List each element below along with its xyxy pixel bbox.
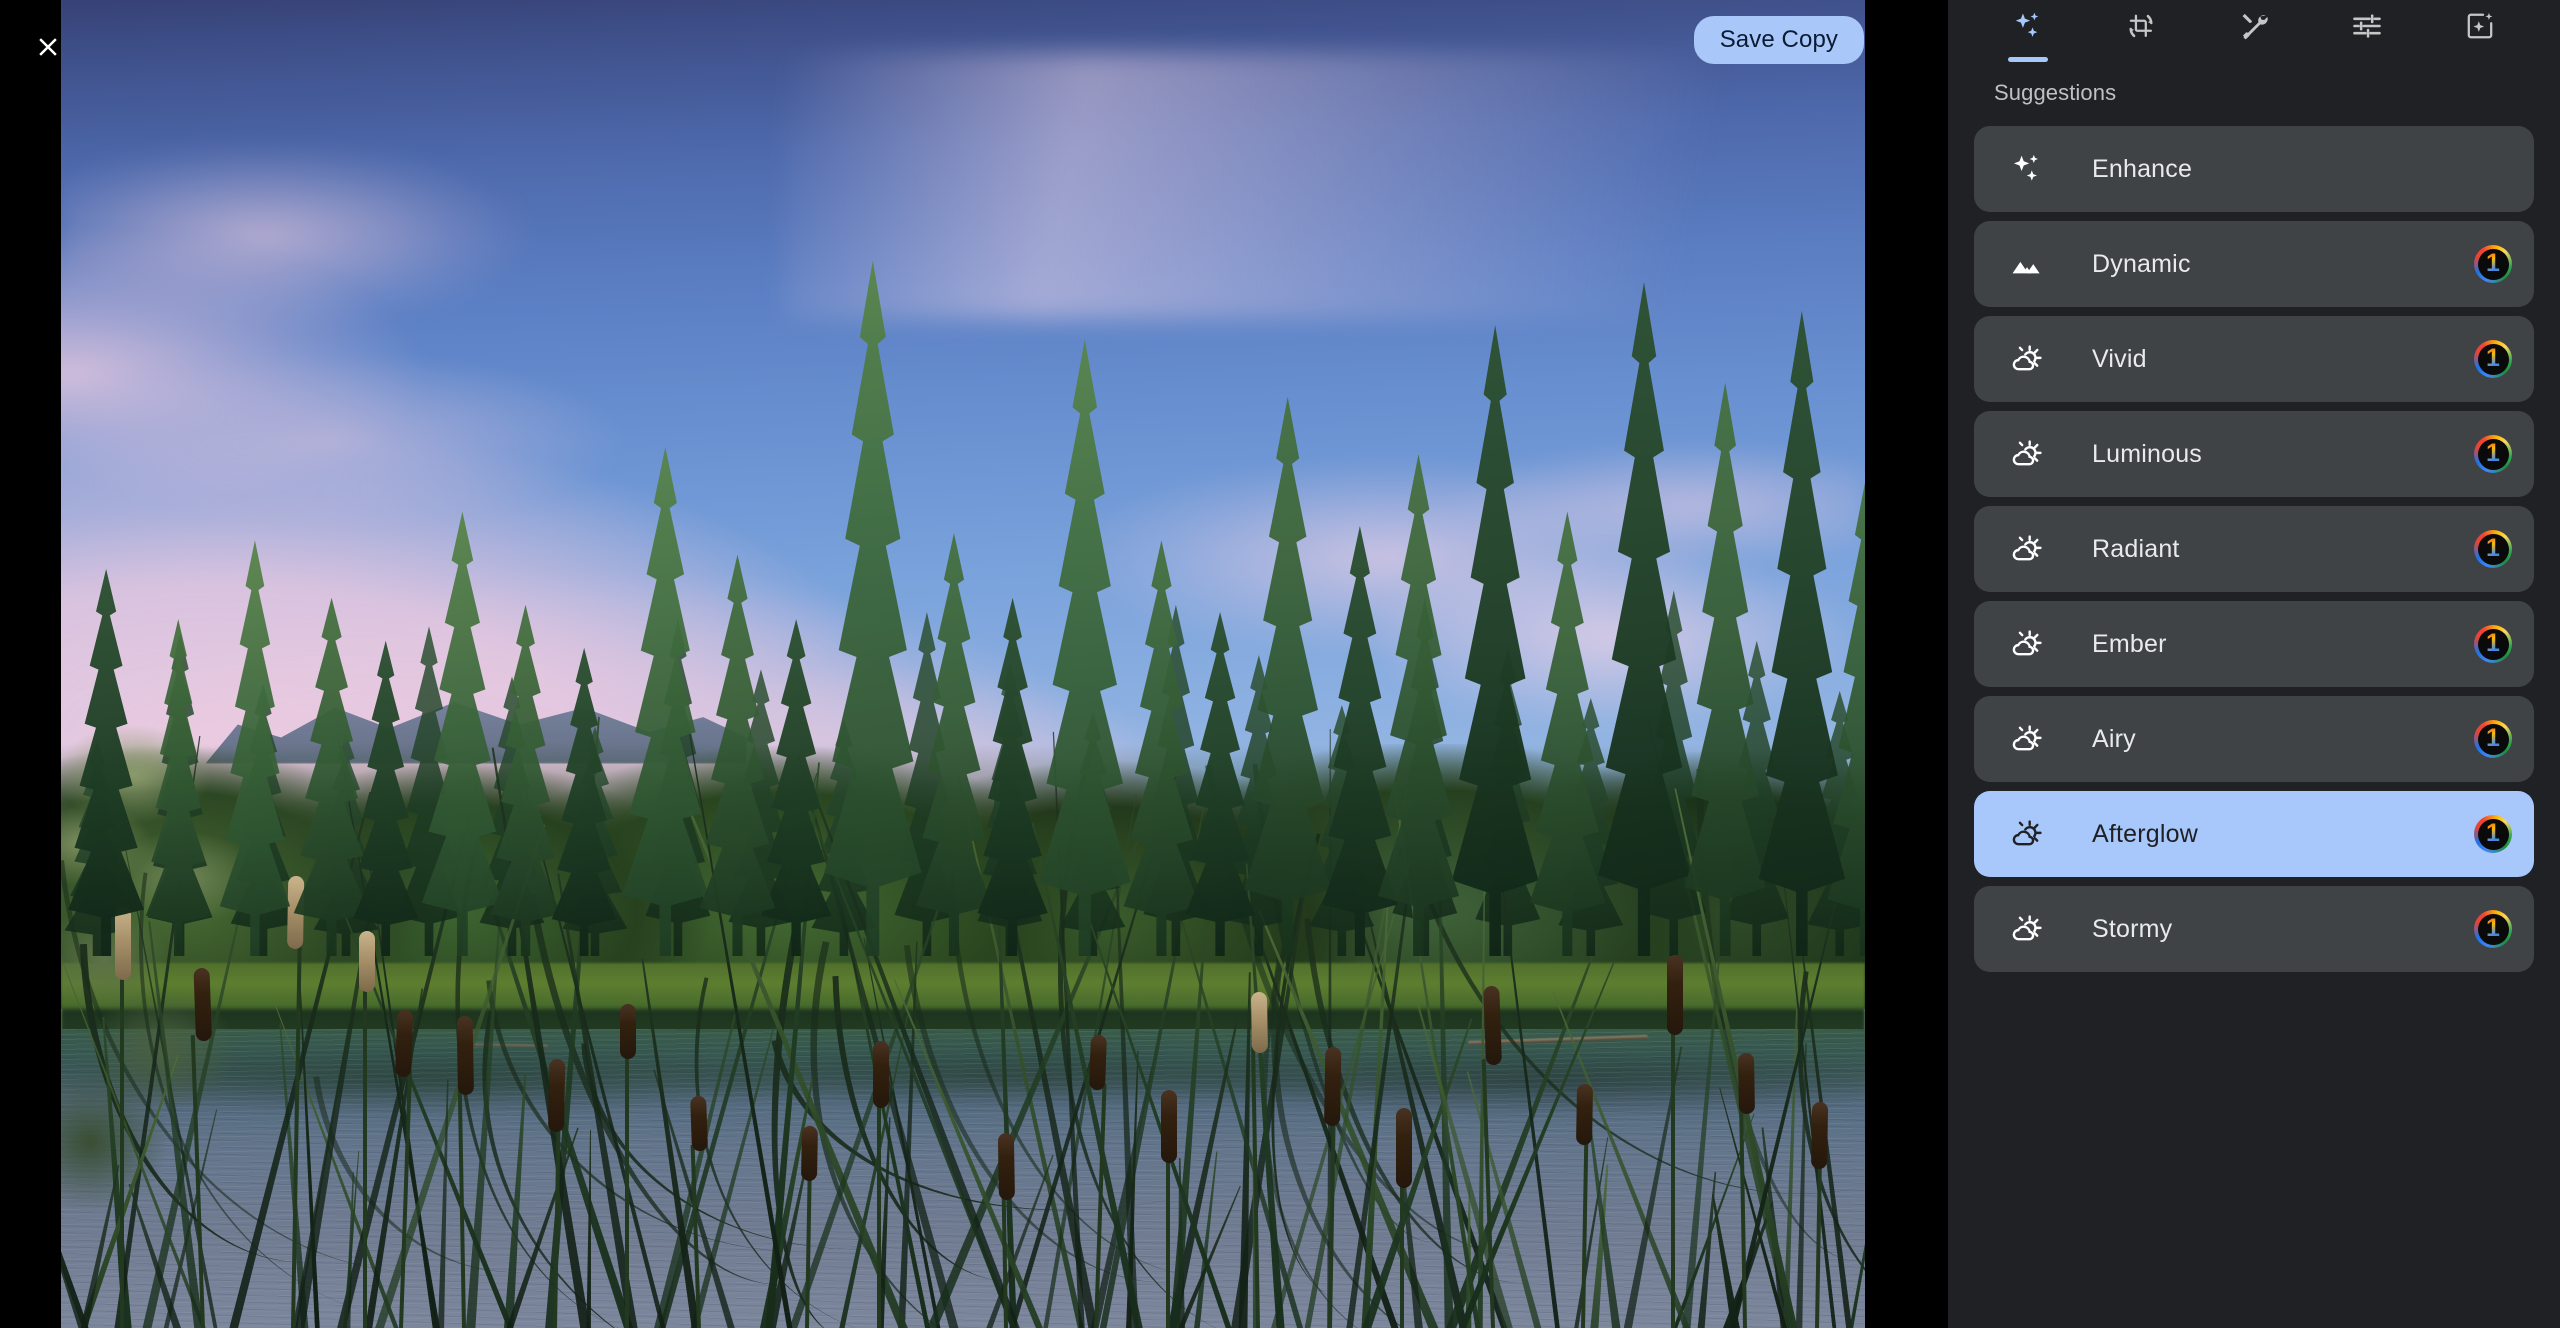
add-frame-sparkle-icon (2464, 10, 2496, 42)
photo-cattail-head (1089, 1034, 1108, 1091)
premium-badge: 1 (2474, 340, 2512, 378)
suggestion-label: Vivid (2092, 344, 2147, 373)
partly-cloudy-day-icon (2004, 431, 2050, 477)
photo-cattail-stem (363, 985, 368, 1328)
badge-count: 1 (2486, 628, 2500, 657)
photo-cattail-head (115, 906, 132, 980)
suggestion-item-airy[interactable]: Airy 1 (1974, 696, 2534, 782)
suggestion-label: Stormy (2092, 914, 2173, 943)
auto-enhance-sparkle-icon (2012, 10, 2044, 42)
premium-badge: 1 (2474, 625, 2512, 663)
photo-cattail-head (1250, 991, 1268, 1054)
photo-cattail-head (997, 1132, 1016, 1200)
badge-count: 1 (2486, 533, 2500, 562)
badge-count: 1 (2486, 913, 2500, 942)
photo-cattail-stem (1165, 1156, 1170, 1328)
suggestion-label: Airy (2092, 724, 2136, 753)
suggestion-item-vivid[interactable]: Vivid 1 (1974, 316, 2534, 402)
photo-editor-window: Save Copy Suggestions Enhance Dynamic 1 … (0, 0, 2560, 1328)
tab-crop[interactable] (2105, 10, 2177, 64)
close-button[interactable] (26, 25, 70, 69)
tune-sliders-icon (2351, 10, 2383, 42)
suggestion-item-dynamic[interactable]: Dynamic 1 (1974, 221, 2534, 307)
photo-cattail-head (548, 1059, 566, 1133)
premium-badge: 1 (2474, 435, 2512, 473)
premium-badge: 1 (2474, 910, 2512, 948)
tools-wrench-hammer-icon (2238, 10, 2270, 42)
photo-cattail-stem (119, 973, 124, 1328)
photo-cattail-head (1161, 1089, 1178, 1164)
photo-stage (61, 0, 1865, 1328)
photo-cattail-head (800, 1126, 818, 1182)
suggestion-label: Afterglow (2092, 819, 2199, 848)
crop-rotate-icon (2125, 10, 2157, 42)
premium-badge: 1 (2474, 815, 2512, 853)
tab-frame[interactable] (2444, 10, 2516, 64)
premium-badge: 1 (2474, 245, 2512, 283)
suggestion-label: Enhance (2092, 154, 2193, 183)
suggestion-label: Luminous (2092, 439, 2202, 468)
photo-cattail-head (1576, 1083, 1594, 1145)
suggestions-list: Enhance Dynamic 1 Vivid 1 Luminous 1 Rad… (1948, 114, 2560, 1328)
photo-cattail-stem (1580, 1138, 1589, 1328)
partly-cloudy-day-icon (2004, 621, 2050, 667)
suggestion-label: Dynamic (2092, 249, 2191, 278)
photo-cattail-head (394, 1010, 414, 1078)
premium-badge (2474, 150, 2512, 188)
badge-count: 1 (2486, 248, 2500, 277)
badge-count: 1 (2486, 818, 2500, 847)
tab-active-indicator (2008, 57, 2048, 62)
suggestion-item-luminous[interactable]: Luminous 1 (1974, 411, 2534, 497)
photo-cattail-stem (877, 1101, 882, 1328)
suggestion-item-radiant[interactable]: Radiant 1 (1974, 506, 2534, 592)
photo-cattail-stem (1671, 1028, 1676, 1328)
edit-panel: Suggestions Enhance Dynamic 1 Vivid 1 Lu… (1948, 0, 2560, 1328)
partly-cloudy-day-icon (2004, 811, 2050, 857)
photo-cattail-head (1666, 955, 1683, 1035)
partly-cloudy-day-icon (2004, 336, 2050, 382)
photo-cattail-head (193, 967, 213, 1042)
photo-cattail-head (1737, 1052, 1755, 1115)
photo-cattail-head (1810, 1101, 1829, 1170)
tab-adjust[interactable] (2331, 10, 2403, 64)
save-copy-button[interactable]: Save Copy (1693, 16, 1864, 64)
suggestion-item-ember[interactable]: Ember 1 (1974, 601, 2534, 687)
tab-suggestions[interactable] (1992, 10, 2064, 64)
suggestion-label: Ember (2092, 629, 2167, 658)
edited-photo (61, 0, 1865, 1328)
photo-cattail-head (358, 930, 375, 993)
premium-badge: 1 (2474, 530, 2512, 568)
photo-forest (61, 239, 1865, 957)
premium-badge: 1 (2474, 720, 2512, 758)
partly-cloudy-day-icon (2004, 716, 2050, 762)
photo-cattail-head (690, 1095, 709, 1152)
close-icon (39, 38, 57, 56)
suggestions-section-title: Suggestions (1994, 80, 2117, 105)
landscape-mountain-icon (2004, 241, 2050, 287)
photo-cattail-stem (1400, 1181, 1405, 1328)
photo-cattail-head (620, 1004, 637, 1060)
photo-cattail-head (456, 1016, 474, 1097)
edit-tabbar (1948, 0, 2560, 66)
suggestion-item-afterglow[interactable]: Afterglow 1 (1974, 791, 2534, 877)
photo-viewer: Save Copy (0, 0, 1948, 1328)
tab-tools[interactable] (2218, 10, 2290, 64)
partly-cloudy-day-icon (2004, 906, 2050, 952)
badge-count: 1 (2486, 343, 2500, 372)
badge-count: 1 (2486, 438, 2500, 467)
suggestion-item-stormy[interactable]: Stormy 1 (1974, 886, 2534, 972)
auto-enhance-sparkle-icon (2004, 146, 2050, 192)
badge-count: 1 (2486, 723, 2500, 752)
suggestion-item-enhance[interactable]: Enhance (1974, 126, 2534, 212)
partly-cloudy-day-icon (2004, 526, 2050, 572)
photo-cattail-stem (624, 1053, 629, 1328)
photo-cattail-head (1395, 1108, 1412, 1188)
photo-cattail-head (1323, 1046, 1342, 1127)
photo-cattail-head (872, 1040, 889, 1109)
photo-cattail-head (1483, 985, 1503, 1066)
suggestion-label: Radiant (2092, 534, 2180, 563)
